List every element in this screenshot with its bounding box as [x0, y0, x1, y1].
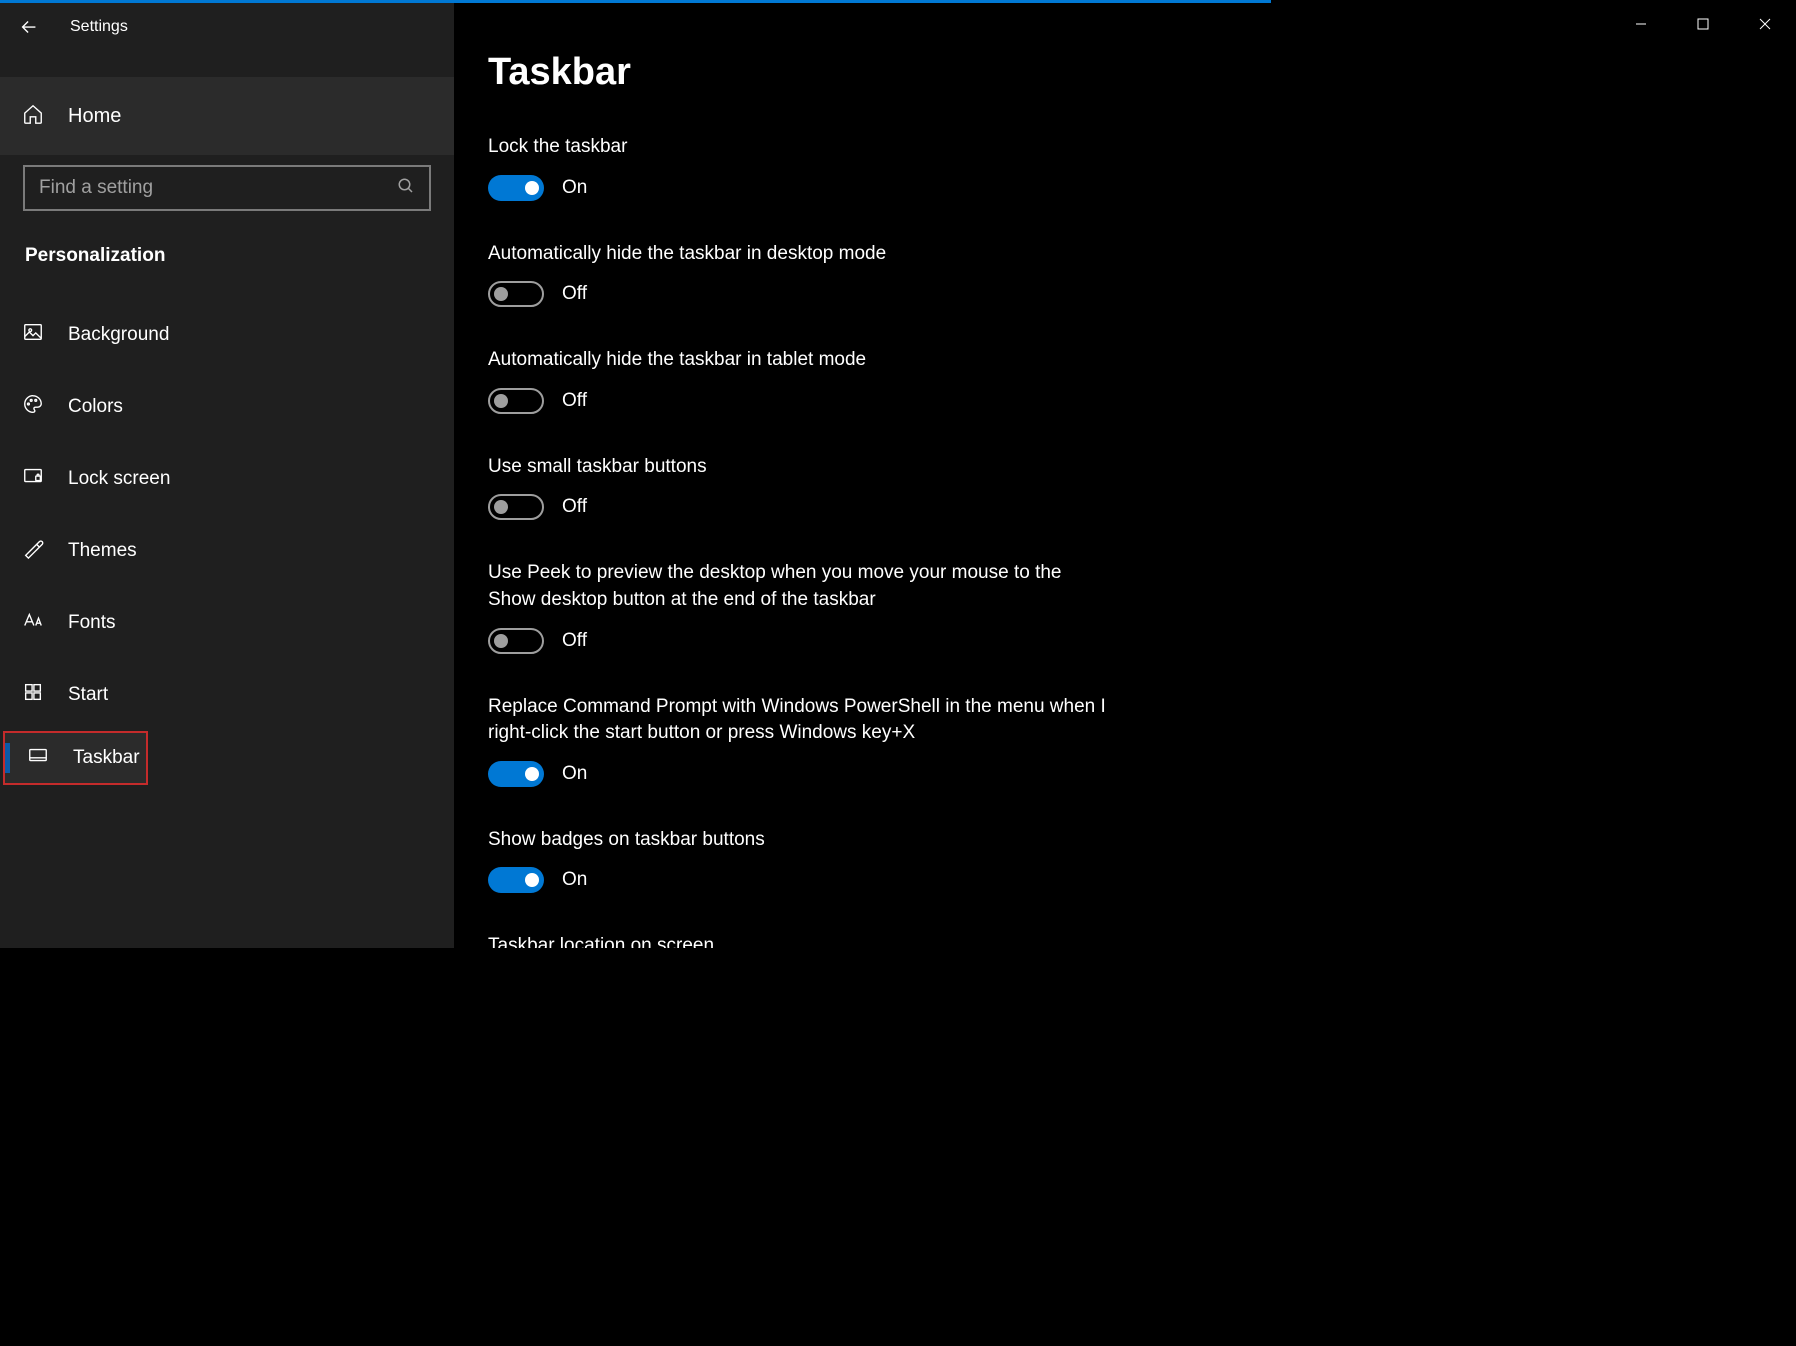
toggle-state-text: On: [562, 869, 587, 891]
setting-label: Lock the taskbar: [488, 134, 1108, 161]
toggle-switch[interactable]: [488, 175, 544, 201]
sidebar-item-home[interactable]: Home: [0, 77, 454, 155]
sidebar-item-colors[interactable]: Colors: [0, 371, 454, 443]
search-input[interactable]: [39, 177, 397, 199]
sidebar-item-themes[interactable]: Themes: [0, 515, 454, 587]
maximize-button[interactable]: [1672, 3, 1734, 45]
toggle-switch[interactable]: [488, 628, 544, 654]
setting-label: Use small taskbar buttons: [488, 454, 1108, 481]
window-controls: [1610, 3, 1796, 45]
setting-label: Automatically hide the taskbar in deskto…: [488, 241, 1108, 268]
sidebar-item-label: Start: [68, 684, 108, 706]
toggle-state-text: Off: [562, 390, 587, 412]
themes-icon: [22, 537, 44, 565]
background-icon: [22, 321, 44, 349]
setting-label: Show badges on taskbar buttons: [488, 827, 1108, 854]
setting-label: Replace Command Prompt with Windows Powe…: [488, 694, 1108, 747]
setting-label: Use Peek to preview the desktop when you…: [488, 560, 1108, 613]
toggle-switch[interactable]: [488, 281, 544, 307]
toggle-switch[interactable]: [488, 867, 544, 893]
content-pane: Taskbar Lock the taskbar On Automatically …: [454, 3, 1271, 948]
page-title: Taskbar: [488, 51, 1215, 94]
minimize-button[interactable]: [1610, 3, 1672, 45]
sidebar-item-lockscreen[interactable]: Lock screen: [0, 443, 454, 515]
search-icon: [397, 177, 415, 200]
fonts-icon: [22, 609, 44, 637]
sidebar-item-label: Fonts: [68, 612, 116, 634]
lockscreen-icon: [22, 465, 44, 493]
app-title: Settings: [70, 18, 128, 36]
toggle-switch[interactable]: [488, 761, 544, 787]
setting-label-location: Taskbar location on screen: [488, 933, 1108, 948]
toggle-state-text: Off: [562, 283, 587, 305]
taskbar-icon: [27, 744, 49, 772]
sidebar-item-label: Home: [68, 105, 121, 128]
toggle-switch[interactable]: [488, 388, 544, 414]
colors-icon: [22, 393, 44, 421]
sidebar-item-label: Background: [68, 324, 169, 346]
sidebar-item-label: Themes: [68, 540, 137, 562]
sidebar-item-taskbar[interactable]: Taskbar: [3, 731, 148, 785]
sidebar-item-fonts[interactable]: Fonts: [0, 587, 454, 659]
sidebar-item-label: Lock screen: [68, 468, 170, 490]
search-box[interactable]: [23, 165, 431, 211]
toggle-state-text: On: [562, 177, 587, 199]
home-icon: [22, 103, 44, 130]
start-icon: [22, 681, 44, 709]
sidebar-item-label: Taskbar: [73, 747, 140, 769]
toggle-switch[interactable]: [488, 494, 544, 520]
toggle-state-text: On: [562, 763, 587, 785]
back-button[interactable]: [8, 6, 50, 48]
toggle-state-text: Off: [562, 496, 587, 518]
setting-label: Automatically hide the taskbar in tablet…: [488, 347, 1108, 374]
sidebar-item-label: Colors: [68, 396, 123, 418]
sidebar-item-background[interactable]: Background: [0, 299, 454, 371]
sidebar-item-start[interactable]: Start: [0, 659, 454, 731]
sidebar: Settings Home Personalization Background…: [0, 3, 454, 948]
toggle-state-text: Off: [562, 630, 587, 652]
section-label: Personalization: [25, 245, 454, 267]
close-button[interactable]: [1734, 3, 1796, 45]
